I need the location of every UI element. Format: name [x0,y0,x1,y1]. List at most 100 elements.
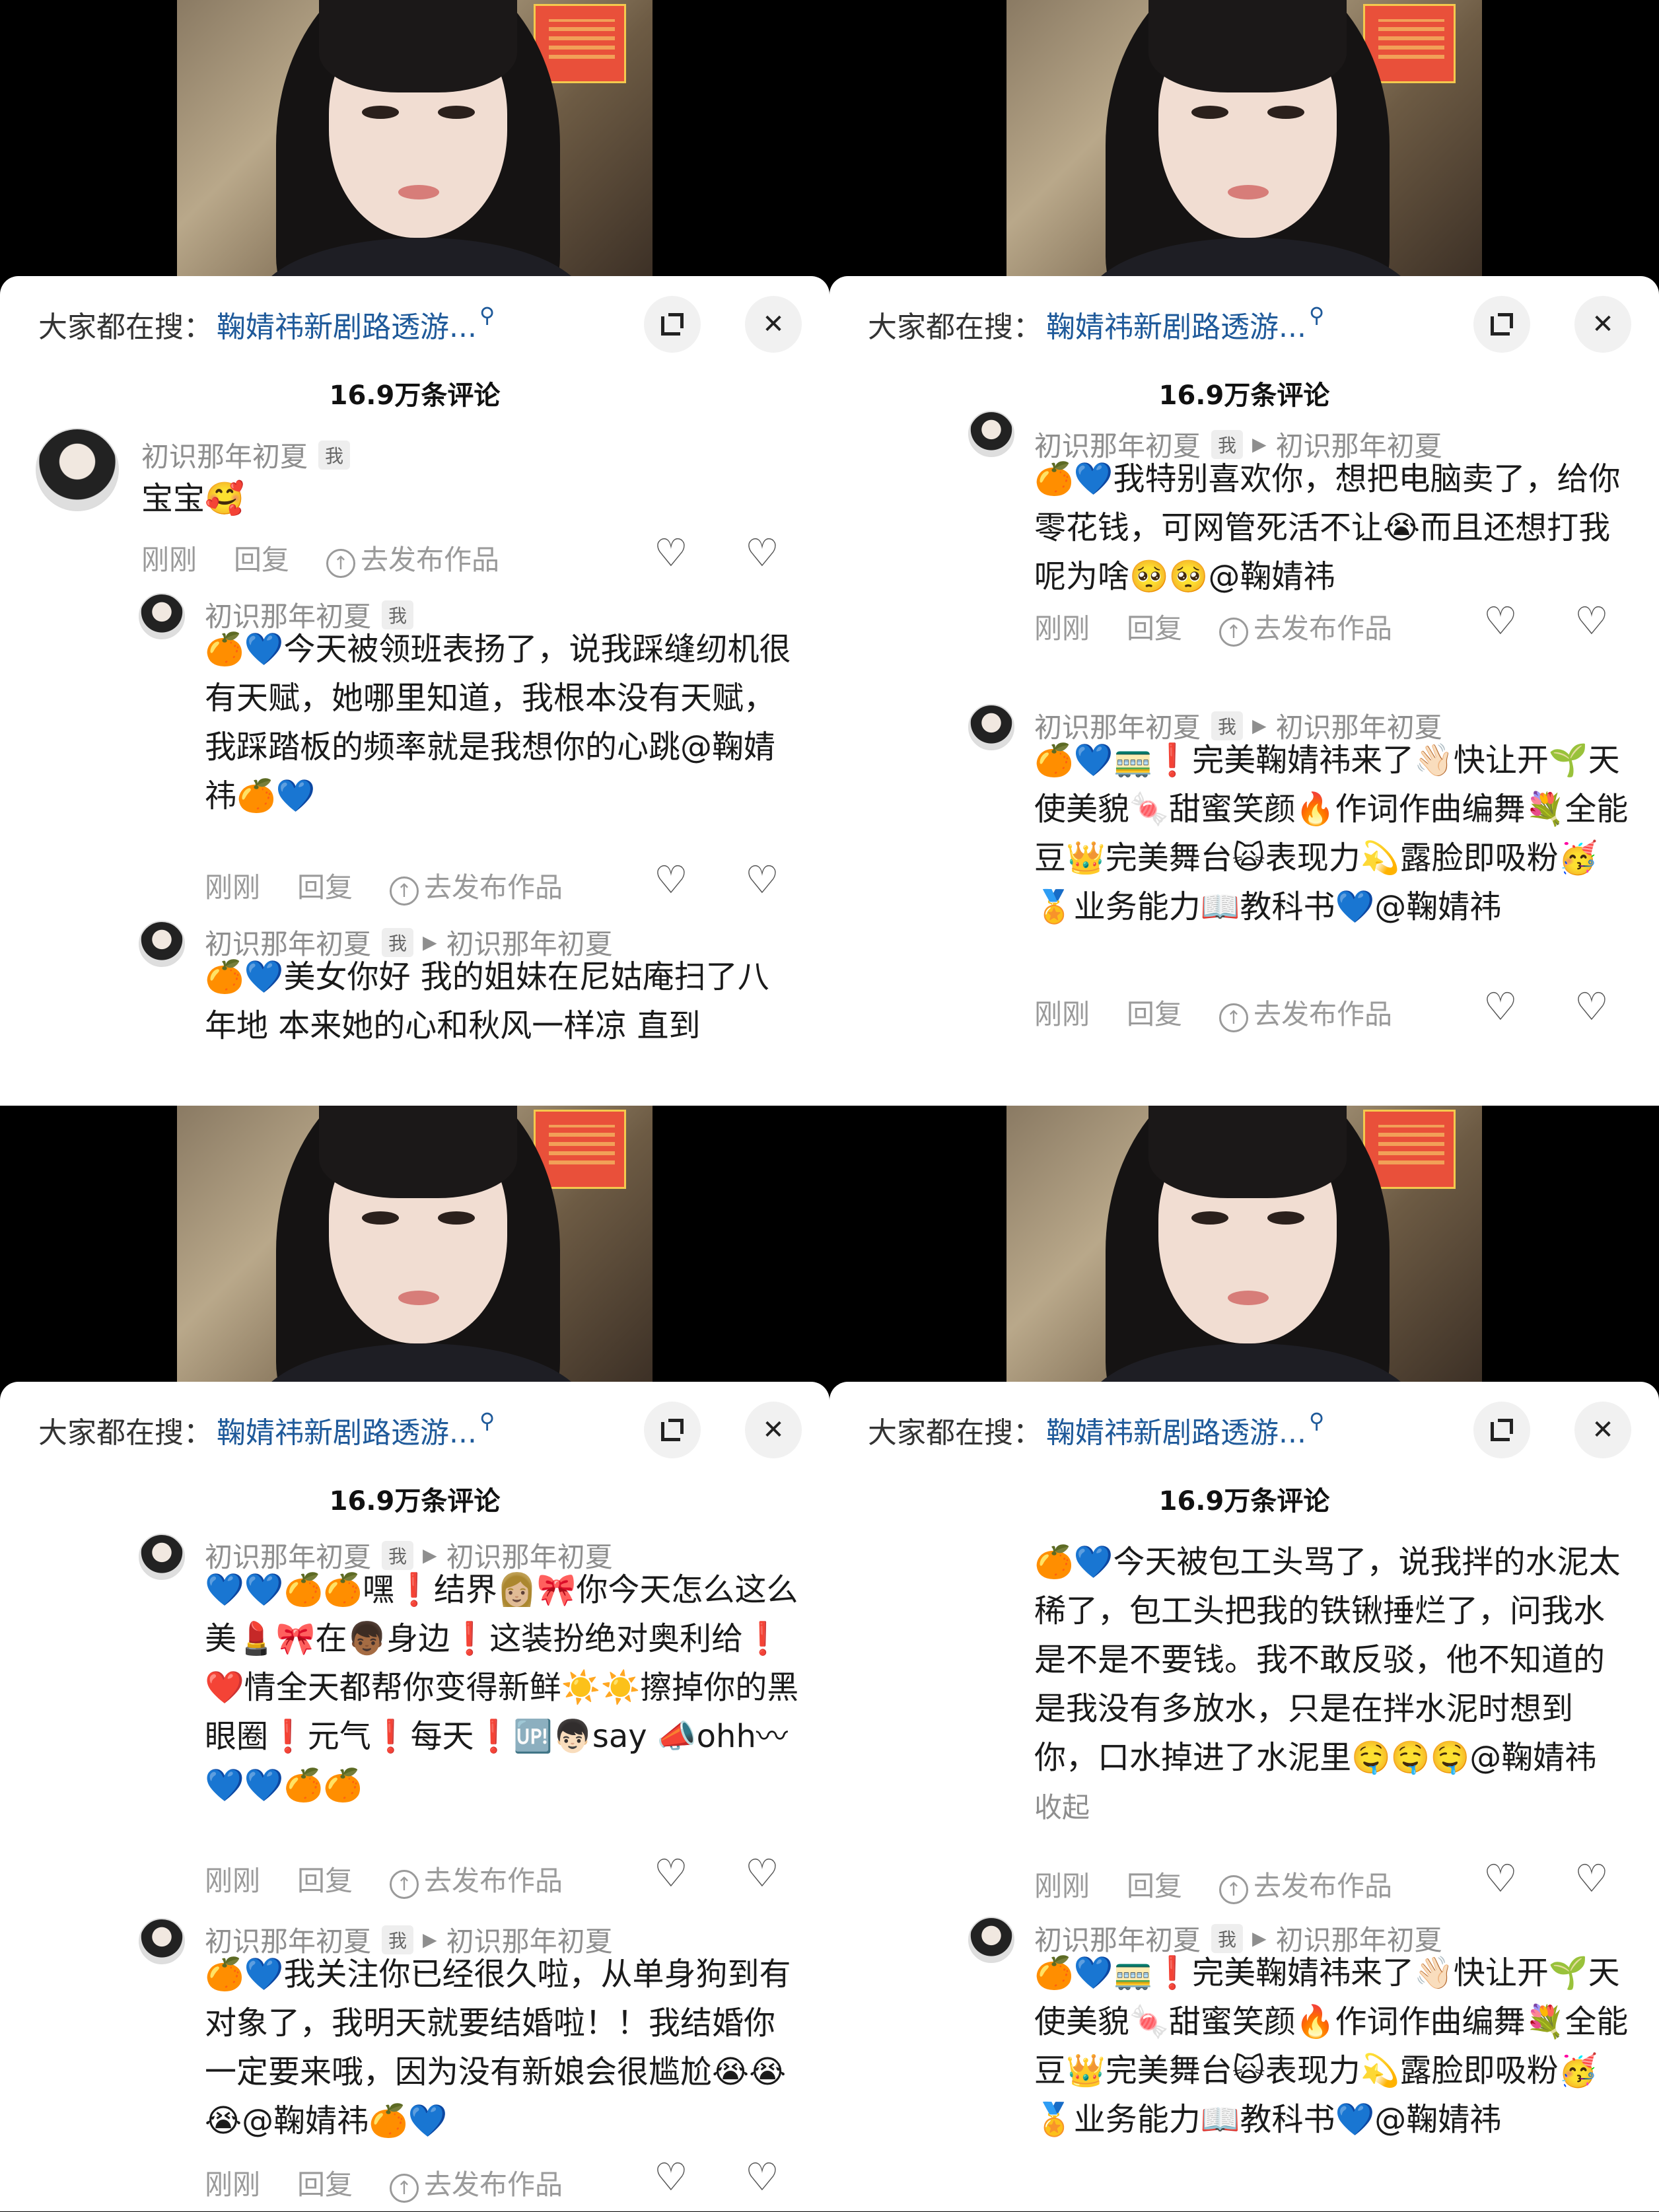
broken-heart-icon[interactable]: ♡ [1574,598,1609,643]
heart-icon[interactable]: ♡ [1483,984,1518,1029]
broken-heart-icon[interactable]: ♡ [1574,984,1609,1029]
expand-button[interactable] [644,1402,701,1458]
expand-button[interactable] [1473,296,1530,353]
close-icon: ✕ [1592,309,1614,339]
heart-icon[interactable]: ♡ [654,857,688,902]
search-icon: ⚲ [479,303,495,328]
avatar[interactable] [36,428,119,511]
comment-text: 💙💙🍊🍊嘿❗结界👩🏼🎀你今天怎么这么美💄🎀在👦🏾身边❗这装扮绝对奥利给❗❤️情全… [205,1571,799,1804]
upload-icon: ↑ [390,2173,419,2203]
video-frame [1006,0,1482,284]
comment-text: 🍊💙我关注你已经很久啦，从单身狗到有对象了，我明天就要结婚啦！！我结婚你一定要来… [205,1956,791,2139]
broken-heart-icon[interactable]: ♡ [745,2155,779,2199]
search-suggestion[interactable]: 大家都在搜： 鞠婧祎新剧路透游... ⚲ [38,303,495,346]
search-suggestion[interactable]: 大家都在搜： 鞠婧祎新剧路透游... ⚲ [868,303,1324,346]
reply-button[interactable]: 回复 [1127,1864,1182,1904]
avatar[interactable] [139,921,185,967]
heart-icon[interactable]: ♡ [1483,598,1518,643]
expand-button[interactable] [644,296,701,353]
broken-heart-icon[interactable]: ♡ [745,1851,779,1896]
comment-screen-3: 大家都在搜： 鞠婧祎新剧路透游... ⚲ ✕ 16.9万条评论 初识那年初夏 我… [0,1106,829,2211]
username[interactable]: 初识那年初夏 [141,435,308,475]
reply-button[interactable]: 回复 [297,1859,353,1899]
publish-label: 去发布作品 [1253,998,1393,1030]
reply-arrow-icon: ▶ [423,931,437,953]
avatar[interactable] [139,1918,185,1964]
close-button[interactable]: ✕ [745,296,802,353]
broken-heart-icon[interactable]: ♡ [745,857,779,902]
search-prefix: 大家都在搜： [868,310,1042,344]
reply-button[interactable]: 回复 [1127,992,1182,1032]
heart-icon[interactable]: ♡ [1483,1856,1518,1901]
comment-user[interactable]: 初识那年初夏 我 [141,435,351,475]
reply-button[interactable]: 回复 [234,538,289,578]
comment-text: 🍊💙今天被包工头骂了，说我拌的水泥太稀了，包工头把我的铁锹捶烂了，问我水是不是不… [1034,1538,1629,1832]
publish-button[interactable]: ↑ 去发布作品 [390,865,563,906]
screenshot-grid: 大家都在搜： 鞠婧祎新剧路透游... ⚲ ✕ 16.9万条评论 初识那年初夏 我… [0,0,1659,2212]
lips [398,185,439,199]
avatar[interactable] [139,593,185,639]
comment-time: 刚刚 [1034,612,1090,645]
close-button[interactable]: ✕ [1574,296,1631,353]
search-query-link[interactable]: 鞠婧祎新剧路透游... [217,303,477,345]
avatar[interactable] [968,704,1014,750]
search-suggestion[interactable]: 大家都在搜： 鞠婧祎新剧路透游... ⚲ [868,1408,1324,1452]
search-suggestion[interactable]: 大家都在搜： 鞠婧祎新剧路透游... ⚲ [38,1408,495,1452]
comment-text: 🍊💙美女你好 我的姐妹在尼姑庵扫了八年地 本来她的心和秋风一样凉 直到 [205,958,769,1044]
publish-button[interactable]: ↑ 去发布作品 [390,1859,563,1899]
comment-time: 刚刚 [1034,1870,1090,1902]
comment-panel: 大家都在搜： 鞠婧祎新剧路透游... ⚲ ✕ 16.9万条评论 🍊💙今天被包工头… [829,1382,1659,2211]
collapse-button[interactable]: 收起 [1034,1791,1090,1824]
comment-screen-4: 大家都在搜： 鞠婧祎新剧路透游... ⚲ ✕ 16.9万条评论 🍊💙今天被包工头… [829,1106,1659,2211]
me-badge: 我 [318,440,351,470]
video-player[interactable] [829,0,1659,284]
publish-button[interactable]: ↑ 去发布作品 [326,538,499,578]
avatar[interactable] [968,1917,1014,1963]
comment-body: 🍊💙今天被包工头骂了，说我拌的水泥太稀了，包工头把我的铁锹捶烂了，问我水是不是不… [1034,1544,1621,1776]
publish-button[interactable]: ↑ 去发布作品 [1219,1864,1392,1904]
heart-icon[interactable]: ♡ [654,2155,688,2199]
publish-label: 去发布作品 [1253,1870,1393,1902]
comment-meta: 刚刚 回复 ↑ 去发布作品 [205,1859,600,1899]
close-icon: ✕ [762,1415,785,1445]
search-query-link[interactable]: 鞠婧祎新剧路透游... [1046,303,1306,345]
comment-text: 🍊💙🚃❗完美鞠婧祎来了👋🏻快让开🌱天使美貌🍬甜蜜笑颜🔥作词作曲编舞💐全能豆👑完美… [1034,1954,1629,2138]
search-prefix: 大家都在搜： [38,1416,213,1450]
publish-button[interactable]: ↑ 去发布作品 [390,2162,563,2203]
close-button[interactable]: ✕ [745,1402,802,1458]
heart-icon[interactable]: ♡ [654,530,688,575]
publish-button[interactable]: ↑ 去发布作品 [1219,992,1392,1032]
comment-text: 🍊💙今天被领班表扬了，说我踩缝纫机很有天赋，她哪里知道，我根本没有天赋，我踩踏板… [205,631,791,814]
comment-time: 刚刚 [205,1865,261,1897]
close-button[interactable]: ✕ [1574,1402,1631,1458]
broken-heart-icon[interactable]: ♡ [745,530,779,575]
eye-right [438,1211,475,1225]
search-prefix: 大家都在搜： [38,310,213,344]
search-icon: ⚲ [1308,303,1325,328]
eye-right [438,106,475,119]
eye-left [1191,1211,1228,1225]
heart-icon[interactable]: ♡ [654,1851,688,1896]
expand-icon [661,313,684,336]
publish-button[interactable]: ↑ 去发布作品 [1219,606,1392,647]
comment-text: 🍊💙🚃❗完美鞠婧祎来了👋🏻快让开🌱天使美貌🍬甜蜜笑颜🔥作词作曲编舞💐全能豆👑完美… [1034,742,1629,925]
reply-button[interactable]: 回复 [297,2162,353,2203]
search-query-link[interactable]: 鞠婧祎新剧路透游... [217,1409,477,1451]
reply-button[interactable]: 回复 [297,865,353,906]
video-player[interactable] [0,0,829,284]
comment-meta: 刚刚 回复 ↑ 去发布作品 [205,2162,600,2203]
video-player[interactable] [0,1106,829,1390]
reply-arrow-icon: ▶ [423,1544,437,1566]
avatar[interactable] [968,411,1014,457]
expand-button[interactable] [1473,1402,1530,1458]
broken-heart-icon[interactable]: ♡ [1574,1856,1609,1901]
avatar[interactable] [139,1534,185,1580]
search-query-link[interactable]: 鞠婧祎新剧路透游... [1046,1409,1306,1451]
eye-left [1191,106,1228,119]
comment-panel: 大家都在搜： 鞠婧祎新剧路透游... ⚲ ✕ 16.9万条评论 初识那年初夏 我… [0,276,829,1106]
reply-button[interactable]: 回复 [1127,606,1182,647]
comment-count: 16.9万条评论 [329,1486,501,1516]
bangs [1148,1106,1347,1198]
expand-icon [1491,1419,1513,1441]
video-player[interactable] [829,1106,1659,1390]
